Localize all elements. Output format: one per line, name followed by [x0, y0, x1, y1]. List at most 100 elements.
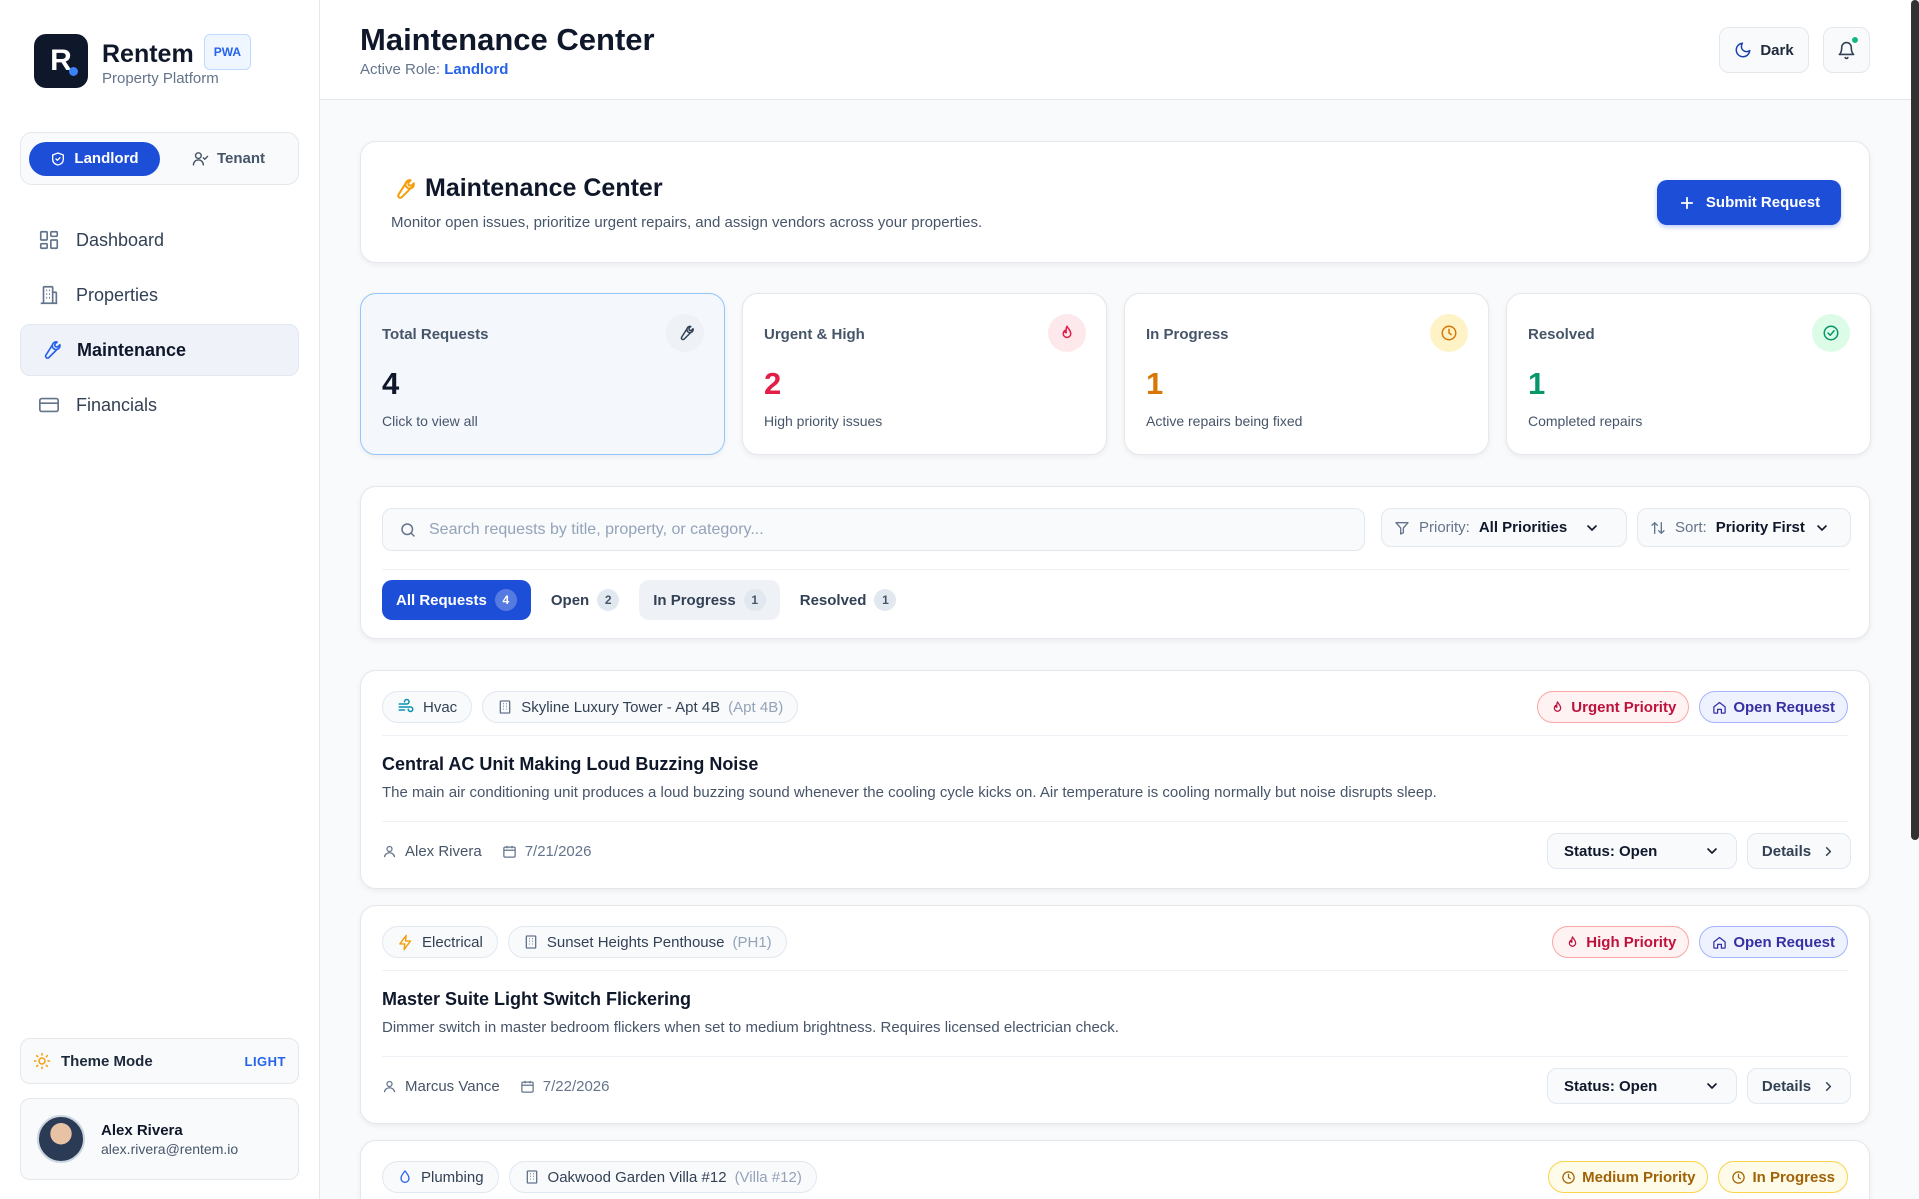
- tab-resolved[interactable]: Resolved 1: [786, 580, 911, 620]
- flame-icon: [1569, 935, 1577, 947]
- role-tenant-button[interactable]: Tenant: [174, 142, 283, 176]
- request-title: Master Suite Light Switch Flickering: [382, 989, 692, 1009]
- request-card[interactable]: Hvac Skyline Luxury Tower - Apt 4B (Apt …: [360, 670, 1870, 889]
- request-meta: Alex Rivera 7/21/2026: [382, 843, 591, 860]
- active-role-prefix: Active Role:: [360, 61, 441, 78]
- priority-filter-select[interactable]: Priority: All Priorities: [1381, 508, 1627, 547]
- request-date: 7/21/2026: [524, 843, 592, 860]
- status-badge: In Progress: [1718, 1161, 1848, 1193]
- user-profile[interactable]: Alex Rivera alex.rivera@rentem.io: [20, 1098, 299, 1180]
- stat-in-progress[interactable]: In Progress 1 Active repairs being fixed: [1124, 293, 1489, 455]
- request-author: Marcus Vance: [405, 1078, 500, 1095]
- tab-in-progress[interactable]: In Progress 1: [639, 580, 780, 620]
- chevron-right-icon: [1825, 1081, 1832, 1091]
- dark-mode-button[interactable]: Dark: [1719, 27, 1809, 73]
- chevron-down-icon: [1707, 1083, 1717, 1089]
- clock-icon: [1562, 1170, 1575, 1184]
- request-card[interactable]: Plumbing Oakwood Garden Villa #12 (Villa…: [360, 1140, 1870, 1199]
- avatar: [37, 1115, 85, 1163]
- maintenance-hero-card: Maintenance Center Monitor open issues, …: [360, 141, 1870, 263]
- sort-icon: [1651, 521, 1665, 534]
- status-select[interactable]: Status: Open: [1547, 1068, 1737, 1104]
- divider: [382, 970, 1848, 971]
- brand-subtitle: Property Platform: [102, 70, 219, 87]
- tab-count: 4: [494, 589, 517, 611]
- stat-total-requests[interactable]: Total Requests 4 Click to view all: [360, 293, 725, 455]
- stat-urgent-high[interactable]: Urgent & High 2 High priority issues: [742, 293, 1107, 455]
- moon-icon: [1735, 42, 1751, 58]
- wrench-icon: [44, 341, 61, 359]
- role-tenant-label: Tenant: [217, 150, 266, 167]
- flame-icon: [1048, 314, 1086, 352]
- details-button[interactable]: Details: [1747, 1068, 1851, 1104]
- tab-open[interactable]: Open 2: [537, 580, 633, 620]
- property-chip: Oakwood Garden Villa #12 (Villa #12): [508, 1161, 817, 1193]
- filter-icon: [1395, 521, 1409, 535]
- request-card[interactable]: Electrical Sunset Heights Penthouse (PH1…: [360, 905, 1870, 1124]
- dark-mode-label: Dark: [1760, 41, 1794, 59]
- building-icon: [525, 935, 537, 949]
- top-header: Maintenance Center Active Role: Landlord…: [320, 0, 1919, 100]
- sort-label: Sort:: [1675, 519, 1707, 536]
- chevron-right-icon: [1825, 846, 1832, 856]
- grid-icon: [39, 230, 59, 250]
- sidebar-item-label: Financials: [76, 394, 158, 415]
- stat-resolved[interactable]: Resolved 1 Completed repairs: [1506, 293, 1871, 455]
- status-badge-label: In Progress: [1752, 1168, 1835, 1186]
- details-button[interactable]: Details: [1747, 833, 1851, 869]
- page-scrollbar[interactable]: [1911, 0, 1919, 840]
- building-icon: [499, 700, 511, 714]
- notifications-button[interactable]: [1823, 27, 1870, 73]
- hero-title-row: Maintenance Center: [391, 174, 663, 203]
- request-description: The main air conditioning unit produces …: [382, 784, 1437, 801]
- sidebar-item-financials[interactable]: Financials: [20, 379, 299, 431]
- status-tabs: All Requests 4 Open 2 In Progress 1 Reso…: [382, 580, 910, 620]
- user-email: alex.rivera@rentem.io: [101, 1140, 239, 1157]
- stat-description: Completed repairs: [1528, 413, 1643, 429]
- brand-logo: R: [34, 34, 88, 88]
- building-icon: [40, 285, 58, 305]
- category-label: Plumbing: [421, 1168, 484, 1186]
- category-chip: Hvac: [382, 691, 473, 723]
- search-placeholder: Search requests by title, property, or c…: [429, 520, 764, 538]
- pwa-badge: PWA: [203, 34, 252, 70]
- status-select[interactable]: Status: Open: [1547, 833, 1737, 869]
- sort-select[interactable]: Sort: Priority First: [1637, 508, 1851, 547]
- theme-toggle[interactable]: Theme Mode LIGHT: [20, 1038, 299, 1084]
- home-icon: [1713, 936, 1727, 949]
- sun-icon: [33, 1052, 51, 1070]
- property-label: Sunset Heights Penthouse: [546, 933, 725, 951]
- chevron-down-icon: [1707, 848, 1717, 854]
- calendar-icon: [502, 845, 516, 858]
- shield-icon: [52, 151, 65, 166]
- hero-description: Monitor open issues, prioritize urgent r…: [391, 214, 983, 231]
- category-chip: Plumbing: [382, 1161, 499, 1193]
- stat-value: 4: [382, 366, 400, 401]
- priority-filter-label: Priority:: [1419, 519, 1470, 536]
- search-input[interactable]: Search requests by title, property, or c…: [382, 508, 1365, 551]
- tab-count: 1: [874, 589, 897, 611]
- lightning-icon: [399, 934, 412, 950]
- status-badge: Open Request: [1699, 691, 1848, 723]
- brand[interactable]: R Rentem PWA Property Platform: [34, 34, 252, 88]
- stat-description: Active repairs being fixed: [1146, 413, 1303, 429]
- submit-request-label: Submit Request: [1705, 194, 1821, 211]
- details-label: Details: [1761, 1077, 1812, 1095]
- sidebar-item-maintenance[interactable]: Maintenance: [20, 324, 299, 376]
- tab-all-requests[interactable]: All Requests 4: [382, 580, 531, 620]
- stat-label: Total Requests: [382, 326, 489, 343]
- building-icon: [526, 1170, 537, 1184]
- priority-label: High Priority: [1586, 933, 1677, 951]
- chevron-down-icon: [1817, 524, 1827, 531]
- sidebar-item-dashboard[interactable]: Dashboard: [20, 214, 299, 266]
- category-label: Hvac: [423, 698, 458, 716]
- category-chip: Electrical: [382, 926, 498, 958]
- sidebar-item-properties[interactable]: Properties: [20, 269, 299, 321]
- role-landlord-button[interactable]: Landlord: [29, 141, 160, 176]
- wrench-icon: [666, 314, 704, 352]
- submit-request-button[interactable]: Submit Request: [1657, 180, 1841, 225]
- home-icon: [1713, 701, 1727, 714]
- plus-icon: [1680, 196, 1694, 209]
- wrench-icon: [397, 178, 415, 199]
- sidebar-nav: Dashboard Properties Maintenance Financi…: [20, 214, 299, 434]
